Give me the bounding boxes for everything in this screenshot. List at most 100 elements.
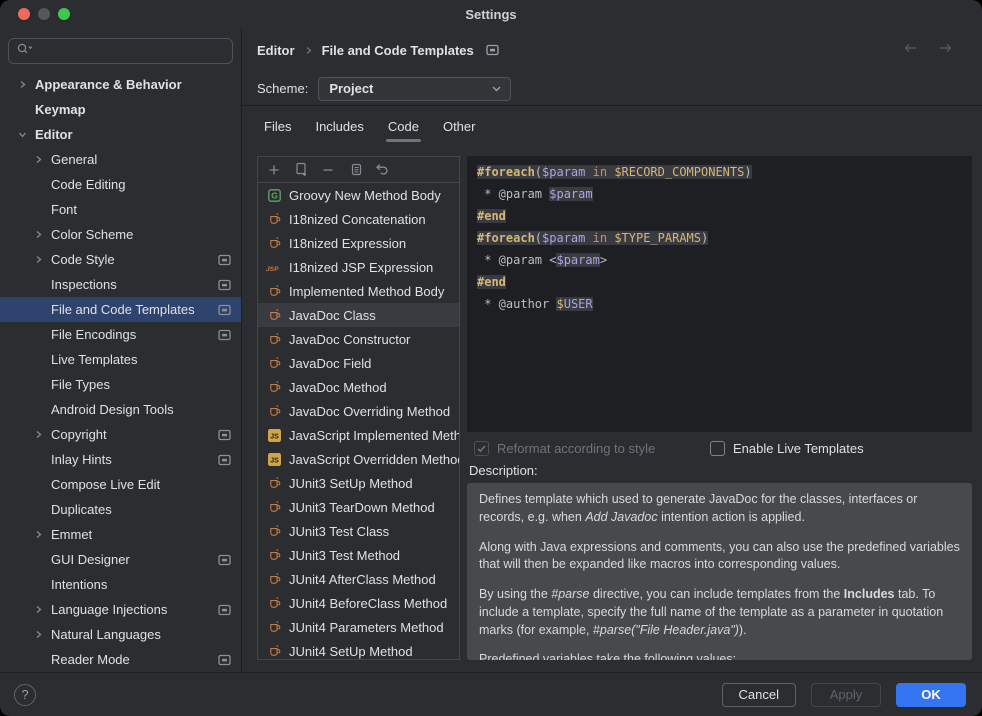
copy-template-icon[interactable] — [347, 162, 363, 178]
sidebar-item-label: Code Editing — [51, 177, 125, 192]
inline-settings-icon[interactable] — [218, 554, 231, 566]
sidebar-item-keymap[interactable]: Keymap — [0, 97, 241, 122]
chevron-right-icon[interactable] — [30, 602, 46, 618]
tab-other[interactable]: Other — [443, 119, 476, 144]
inline-settings-icon[interactable] — [486, 44, 499, 56]
enable-live-templates-checkbox[interactable]: Enable Live Templates — [710, 441, 864, 456]
template-item-junit3-test-method[interactable]: JUnit3 Test Method — [258, 543, 459, 567]
search-icon — [16, 42, 34, 61]
apply-button[interactable]: Apply — [811, 683, 881, 707]
chevron-right-icon[interactable] — [30, 627, 46, 643]
template-item-javascript-overridden-method-body[interactable]: JSJavaScript Overridden Method Body — [258, 447, 459, 471]
help-button[interactable]: ? — [14, 684, 36, 706]
sidebar-item-label: File Encodings — [51, 327, 136, 342]
sidebar-item-intentions[interactable]: Intentions — [0, 572, 241, 597]
chevron-right-icon[interactable] — [30, 227, 46, 243]
chevron-right-icon[interactable] — [30, 527, 46, 543]
sidebar-item-live-templates[interactable]: Live Templates — [0, 347, 241, 372]
add-template-icon[interactable] — [266, 162, 282, 178]
inline-settings-icon[interactable] — [218, 454, 231, 466]
template-item-junit4-parameters-method[interactable]: JUnit4 Parameters Method — [258, 615, 459, 639]
cancel-button[interactable]: Cancel — [722, 683, 796, 707]
template-item-junit4-beforeclass-method[interactable]: JUnit4 BeforeClass Method — [258, 591, 459, 615]
chevron-right-icon[interactable] — [14, 77, 30, 93]
chevron-right-icon[interactable] — [30, 427, 46, 443]
sidebar-item-copyright[interactable]: Copyright — [0, 422, 241, 447]
sidebar-item-label: Intentions — [51, 577, 107, 592]
sidebar-item-general[interactable]: General — [0, 147, 241, 172]
template-item-javadoc-method[interactable]: JavaDoc Method — [258, 375, 459, 399]
sidebar-item-natural-languages[interactable]: Natural Languages — [0, 622, 241, 647]
inline-settings-icon[interactable] — [218, 279, 231, 291]
template-item-junit3-setup-method[interactable]: JUnit3 SetUp Method — [258, 471, 459, 495]
reset-to-default-icon[interactable] — [374, 162, 390, 178]
template-item-implemented-method-body[interactable]: Implemented Method Body — [258, 279, 459, 303]
settings-sidebar: Appearance & BehaviorKeymapEditor General… — [0, 28, 242, 672]
breadcrumb-editor[interactable]: Editor — [257, 43, 295, 58]
template-item-i18nized-jsp-expression[interactable]: JSPI18nized JSP Expression — [258, 255, 459, 279]
template-item-i18nized-concatenation[interactable]: I18nized Concatenation — [258, 207, 459, 231]
checkbox-unchecked-icon[interactable] — [710, 441, 725, 456]
search-field[interactable] — [8, 38, 233, 64]
template-item-i18nized-expression[interactable]: I18nized Expression — [258, 231, 459, 255]
template-item-junit3-test-class[interactable]: JUnit3 Test Class — [258, 519, 459, 543]
search-input[interactable] — [38, 44, 225, 59]
sidebar-item-file-encodings[interactable]: File Encodings — [0, 322, 241, 347]
template-item-groovy-new-method-body[interactable]: GGroovy New Method Body — [258, 183, 459, 207]
sidebar-item-editor[interactable]: Editor — [0, 122, 241, 147]
template-item-javadoc-class[interactable]: JavaDoc Class — [258, 303, 459, 327]
inline-settings-icon[interactable] — [218, 604, 231, 616]
sidebar-item-file-types[interactable]: File Types — [0, 372, 241, 397]
scheme-select[interactable]: Project — [318, 77, 511, 101]
sidebar-item-label: Duplicates — [51, 502, 112, 517]
sidebar-item-label: General — [51, 152, 97, 167]
sidebar-item-gui-designer[interactable]: GUI Designer — [0, 547, 241, 572]
template-item-javadoc-constructor[interactable]: JavaDoc Constructor — [258, 327, 459, 351]
java-icon — [266, 332, 283, 346]
chevron-down-icon[interactable] — [14, 127, 30, 143]
chevron-spacer — [30, 577, 46, 593]
template-item-label: JavaScript Implemented Method Body — [289, 428, 459, 443]
sidebar-item-color-scheme[interactable]: Color Scheme — [0, 222, 241, 247]
sidebar-item-code-style[interactable]: Code Style — [0, 247, 241, 272]
inline-settings-icon[interactable] — [218, 329, 231, 341]
java-icon — [266, 500, 283, 514]
sidebar-item-label: File and Code Templates — [51, 302, 195, 317]
sidebar-item-inspections[interactable]: Inspections — [0, 272, 241, 297]
template-code-editor[interactable]: #foreach($param in $RECORD_COMPONENTS) *… — [467, 156, 972, 432]
sidebar-item-file-and-code-templates[interactable]: File and Code Templates — [0, 297, 241, 322]
chevron-spacer — [30, 302, 46, 318]
tab-code[interactable]: Code — [388, 119, 419, 144]
chevron-right-icon[interactable] — [30, 152, 46, 168]
inline-settings-icon[interactable] — [218, 304, 231, 316]
chevron-right-icon[interactable] — [30, 252, 46, 268]
inline-settings-icon[interactable] — [218, 429, 231, 441]
chevron-down-icon — [491, 85, 502, 93]
java-icon — [266, 356, 283, 370]
template-item-junit4-setup-method[interactable]: JUnit4 SetUp Method — [258, 639, 459, 659]
ok-button[interactable]: OK — [896, 683, 966, 707]
sidebar-item-appearance-behavior[interactable]: Appearance & Behavior — [0, 72, 241, 97]
remove-template-icon[interactable] — [320, 162, 336, 178]
template-item-javadoc-field[interactable]: JavaDoc Field — [258, 351, 459, 375]
sidebar-item-compose-live-edit[interactable]: Compose Live Edit — [0, 472, 241, 497]
sidebar-item-duplicates[interactable]: Duplicates — [0, 497, 241, 522]
chevron-spacer — [30, 202, 46, 218]
template-item-junit3-teardown-method[interactable]: JUnit3 TearDown Method — [258, 495, 459, 519]
template-item-javascript-implemented-method-body[interactable]: JSJavaScript Implemented Method Body — [258, 423, 459, 447]
create-child-template-icon[interactable] — [293, 162, 309, 178]
inline-settings-icon[interactable] — [218, 254, 231, 266]
tab-files[interactable]: Files — [264, 119, 291, 144]
tab-includes[interactable]: Includes — [315, 119, 363, 144]
template-item-javadoc-overriding-method[interactable]: JavaDoc Overriding Method — [258, 399, 459, 423]
sidebar-item-code-editing[interactable]: Code Editing — [0, 172, 241, 197]
sidebar-item-label: Emmet — [51, 527, 92, 542]
template-item-junit4-afterclass-method[interactable]: JUnit4 AfterClass Method — [258, 567, 459, 591]
sidebar-item-inlay-hints[interactable]: Inlay Hints — [0, 447, 241, 472]
inline-settings-icon[interactable] — [218, 654, 231, 666]
sidebar-item-emmet[interactable]: Emmet — [0, 522, 241, 547]
sidebar-item-language-injections[interactable]: Language Injections — [0, 597, 241, 622]
sidebar-item-font[interactable]: Font — [0, 197, 241, 222]
sidebar-item-reader-mode[interactable]: Reader Mode — [0, 647, 241, 672]
sidebar-item-android-design-tools[interactable]: Android Design Tools — [0, 397, 241, 422]
